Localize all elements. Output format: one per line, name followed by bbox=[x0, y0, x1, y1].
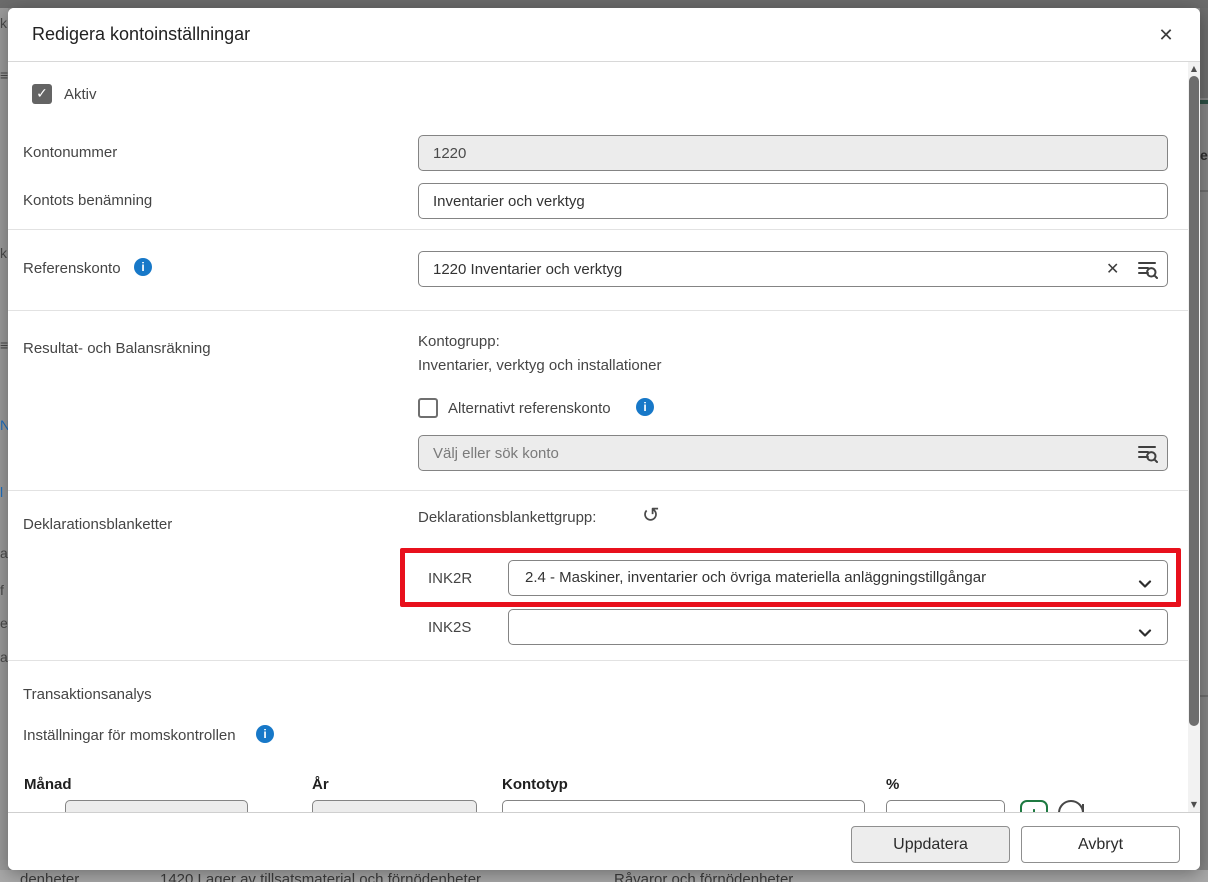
month-input[interactable] bbox=[65, 800, 248, 812]
reference-account-label: Referenskonto bbox=[23, 260, 121, 278]
clear-icon[interactable]: ✕ bbox=[1106, 259, 1119, 278]
info-icon[interactable]: i bbox=[134, 258, 152, 276]
backdrop-left: k ≡ k ≡ N l a f e a bbox=[0, 8, 8, 870]
ink2r-select[interactable]: 2.4 - Maskiner, inventarier och övriga m… bbox=[508, 560, 1168, 596]
account-name-label: Kontots benämning bbox=[23, 192, 152, 210]
backdrop-fragment: a bbox=[0, 650, 8, 664]
percent-input[interactable] bbox=[886, 800, 1005, 812]
backdrop-green-line bbox=[1200, 100, 1208, 104]
backdrop-fragment: e bbox=[0, 616, 8, 630]
vat-control-settings-label: Inställningar för momskontrollen bbox=[23, 727, 236, 745]
column-header-year: År bbox=[312, 776, 329, 794]
search-list-icon[interactable] bbox=[1136, 442, 1158, 469]
backdrop-fragment: k bbox=[0, 246, 7, 260]
column-header-percent: % bbox=[886, 776, 899, 794]
add-row-button[interactable]: + bbox=[1020, 800, 1048, 812]
ink2s-label: INK2S bbox=[428, 619, 471, 637]
account-type-input[interactable] bbox=[502, 800, 865, 812]
column-header-account-type: Kontotyp bbox=[502, 776, 568, 794]
account-number-label: Kontonummer bbox=[23, 144, 117, 162]
backdrop-fragment: ≡ bbox=[0, 338, 8, 352]
account-name-input[interactable] bbox=[418, 183, 1168, 219]
info-icon[interactable]: i bbox=[256, 725, 274, 743]
info-icon[interactable]: i bbox=[636, 398, 654, 416]
backdrop-line bbox=[1200, 190, 1208, 192]
divider bbox=[8, 310, 1188, 311]
backdrop-fragment: N bbox=[0, 418, 8, 432]
divider bbox=[8, 229, 1188, 230]
active-checkbox[interactable]: ✓ bbox=[32, 84, 52, 104]
account-group-label: Kontogrupp: bbox=[418, 333, 500, 351]
search-list-icon[interactable] bbox=[1136, 258, 1158, 285]
plus-icon: + bbox=[1029, 804, 1040, 812]
backdrop-fragment: e bbox=[1200, 148, 1208, 162]
backdrop-fragment: a bbox=[0, 546, 8, 560]
backdrop-fragment: f bbox=[0, 583, 4, 597]
backdrop-fragment: ≡ bbox=[0, 68, 8, 82]
column-header-month: Månad bbox=[24, 776, 72, 794]
transaction-analysis-label: Transaktionsanalys bbox=[23, 686, 152, 704]
backdrop-text: denheter bbox=[20, 871, 79, 882]
result-balance-label: Resultat- och Balansräkning bbox=[23, 340, 211, 358]
check-icon: ✓ bbox=[36, 86, 48, 102]
account-number-input[interactable] bbox=[418, 135, 1168, 171]
backdrop-top bbox=[0, 0, 1208, 8]
backdrop-fragment: l bbox=[0, 485, 3, 499]
backdrop-fragment: k bbox=[0, 16, 7, 30]
dialog-header: Redigera kontoinställningar ✕ bbox=[8, 8, 1200, 62]
backdrop-text: Råvaror och förnödenheter bbox=[614, 871, 793, 882]
backdrop-right: e bbox=[1200, 8, 1208, 870]
close-button[interactable]: ✕ bbox=[1152, 21, 1180, 49]
dialog-title: Redigera kontoinställningar bbox=[32, 24, 250, 45]
chevron-down-icon bbox=[1137, 620, 1153, 645]
chevron-down-icon bbox=[1137, 571, 1153, 596]
account-group-value: Inventarier, verktyg och installationer bbox=[418, 357, 661, 375]
ink2s-select[interactable] bbox=[508, 609, 1168, 645]
history-icon[interactable] bbox=[1058, 800, 1084, 812]
vertical-scrollbar[interactable]: ▲ ▼ bbox=[1188, 62, 1200, 812]
dialog-body: ✓ Aktiv Kontonummer Kontots benämning Re… bbox=[8, 8, 1200, 812]
scroll-up-arrow-icon[interactable]: ▲ bbox=[1188, 62, 1200, 76]
backdrop-bottom-row: denheter 1420 Lager av tillsatsmaterial … bbox=[0, 870, 1208, 882]
update-button[interactable]: Uppdatera bbox=[851, 826, 1010, 863]
alternative-reference-label: Alternativt referenskonto bbox=[448, 400, 611, 418]
reference-account-input[interactable] bbox=[418, 251, 1168, 287]
ink2r-label: INK2R bbox=[428, 570, 472, 588]
alternative-reference-checkbox[interactable] bbox=[418, 398, 438, 418]
ink2r-selected-value: 2.4 - Maskiner, inventarier och övriga m… bbox=[525, 569, 986, 586]
dialog-footer: Uppdatera Avbryt bbox=[8, 812, 1200, 870]
backdrop-line bbox=[1200, 695, 1208, 697]
account-search-input[interactable] bbox=[418, 435, 1168, 471]
backdrop-text: 1420 Lager av tillsatsmaterial och förnö… bbox=[160, 871, 481, 882]
declaration-form-group-label: Deklarationsblankettgrupp: bbox=[418, 509, 596, 527]
scroll-down-arrow-icon[interactable]: ▼ bbox=[1188, 798, 1200, 812]
backdrop-block bbox=[1200, 8, 1208, 98]
edit-account-settings-dialog: ✓ Aktiv Kontonummer Kontots benämning Re… bbox=[8, 8, 1200, 870]
divider bbox=[8, 490, 1188, 491]
declaration-forms-label: Deklarationsblanketter bbox=[23, 516, 172, 534]
year-input[interactable] bbox=[312, 800, 477, 812]
undo-icon[interactable]: ↺ bbox=[642, 504, 660, 526]
divider bbox=[8, 660, 1188, 661]
active-checkbox-label: Aktiv bbox=[64, 86, 97, 104]
scrollbar-thumb[interactable] bbox=[1189, 76, 1199, 726]
cancel-button[interactable]: Avbryt bbox=[1021, 826, 1180, 863]
